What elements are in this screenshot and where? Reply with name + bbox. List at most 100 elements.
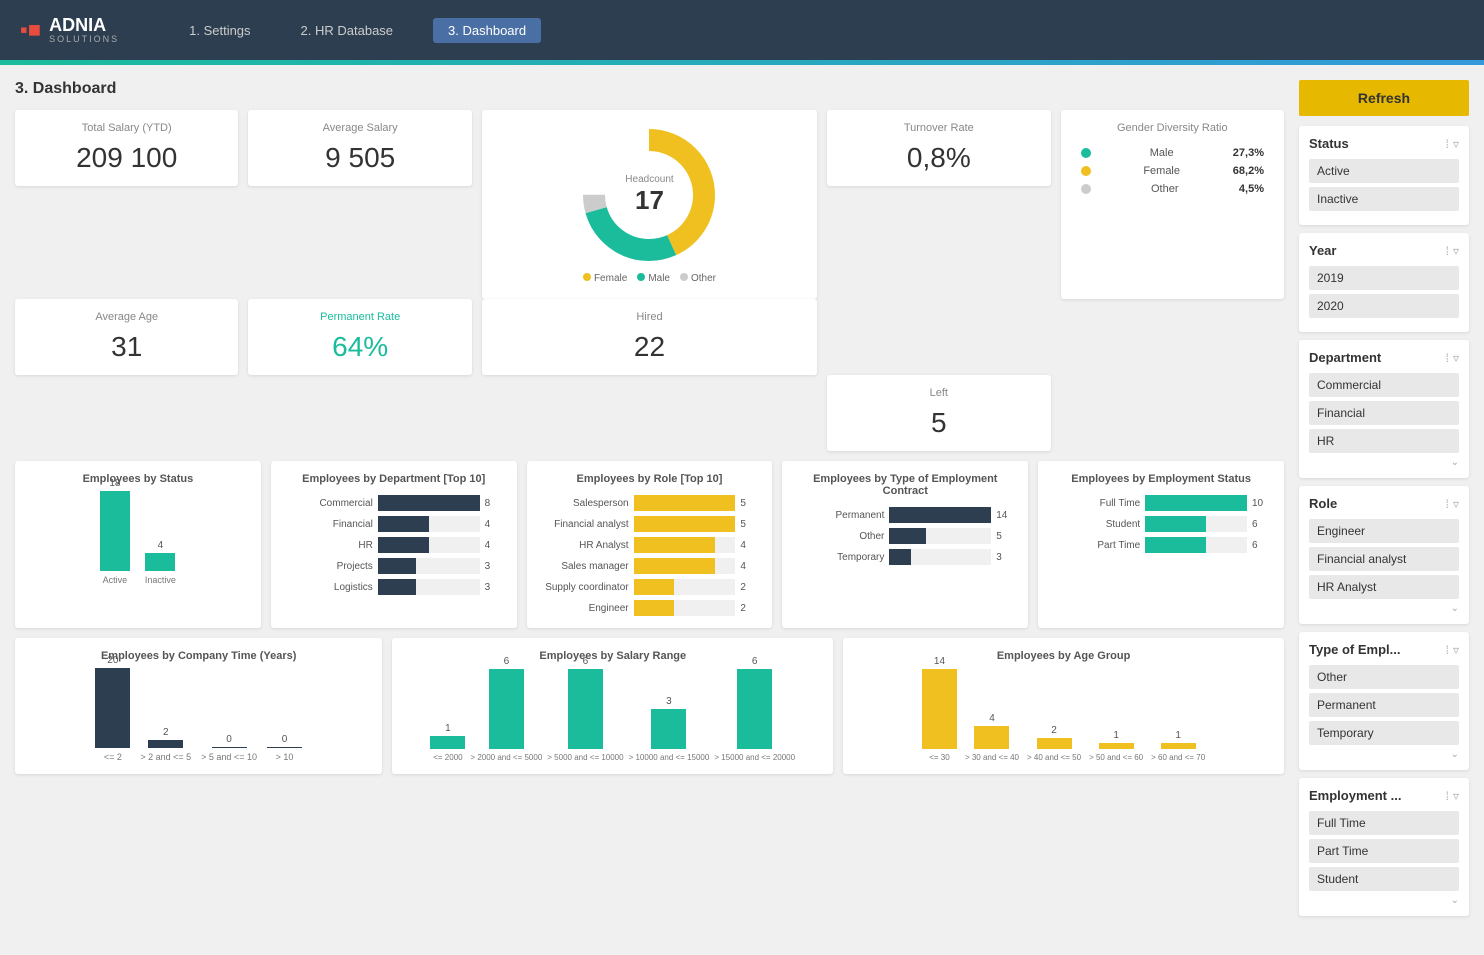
dept-bar-fill-commercial (378, 495, 480, 511)
employment-scroll-down[interactable]: ⌄ (1309, 895, 1459, 906)
other-label: Other (691, 273, 716, 284)
filter-role-funnel-icon[interactable]: ▿ (1453, 497, 1459, 511)
gender-male-row: Male 27,3% (1081, 147, 1264, 159)
filter-employment-fulltime[interactable]: Full Time (1309, 811, 1459, 835)
hired-card: Hired 22 (482, 299, 817, 375)
age-bar-40to50: 2 > 40 and <= 50 (1027, 725, 1081, 762)
nav-hr-database[interactable]: 2. HR Database (291, 18, 404, 43)
filter-role-title: Role (1309, 496, 1337, 511)
refresh-button[interactable]: Refresh (1299, 80, 1469, 116)
filter-year-sort-icon[interactable]: ⁞ (1446, 244, 1449, 258)
logo: ▪■ ADNIA SOLUTIONS (20, 16, 119, 44)
ct-label-gt10: > 10 (276, 752, 294, 762)
age-fill-30to40 (974, 726, 1009, 749)
filter-status-inactive[interactable]: Inactive (1309, 187, 1459, 211)
filter-role-engineer[interactable]: Engineer (1309, 519, 1459, 543)
filter-icon[interactable]: ⁞ (1446, 137, 1449, 151)
filter-role-hr-analyst[interactable]: HR Analyst (1309, 575, 1459, 599)
role-bar-engineer: Engineer 2 (539, 600, 761, 616)
turnover-card: Turnover Rate 0,8% (827, 110, 1050, 186)
funnel-icon[interactable]: ▿ (1453, 137, 1459, 151)
permanent-rate-value: 64% (263, 331, 456, 363)
permanent-rate-card: Permanent Rate 64% (248, 299, 471, 375)
filter-status-active[interactable]: Active (1309, 159, 1459, 183)
other-gender-name: Other (1099, 183, 1231, 195)
sal-bar-15to20k: 6 > 15000 and <= 20000 (714, 656, 795, 762)
hired-value: 22 (497, 331, 802, 363)
nav-dashboard[interactable]: 3. Dashboard (433, 18, 541, 43)
contract-bar-other: Other 5 (794, 528, 1016, 544)
filter-dept-icons: ⁞ ▿ (1446, 351, 1459, 365)
male-label: Male (648, 273, 670, 284)
logo-text: ADNIA (49, 16, 119, 34)
dept-bar-projects: Projects 3 (283, 558, 505, 574)
emp-status-bar-chart: Full Time 10 Student 6 Part Time 6 (1050, 495, 1272, 553)
age-fill-60to70 (1161, 743, 1196, 749)
filter-employment-funnel-icon[interactable]: ▿ (1453, 789, 1459, 803)
sal-label-le2000: <= 2000 (433, 753, 462, 762)
filter-year-2020[interactable]: 2020 (1309, 294, 1459, 318)
filter-role-financial-analyst[interactable]: Financial analyst (1309, 547, 1459, 571)
employees-by-emp-status-card: Employees by Employment Status Full Time… (1038, 461, 1284, 628)
age-num-30to40: 4 (989, 713, 995, 724)
type-empl-scroll-down[interactable]: ⌄ (1309, 749, 1459, 760)
filter-type-empl-permanent[interactable]: Permanent (1309, 693, 1459, 717)
inactive-bar (145, 553, 175, 571)
age-bar-60to70: 1 > 60 and <= 70 (1151, 730, 1205, 762)
sal-fill-5to10k (568, 669, 603, 749)
role-fill-salesperson (634, 495, 736, 511)
ct-num-le2: 20 (107, 655, 118, 666)
filter-role-sort-icon[interactable]: ⁞ (1446, 497, 1449, 511)
filter-type-empl-header: Type of Empl... ⁞ ▿ (1309, 642, 1459, 657)
salary-vbar-chart: 1 <= 2000 6 > 2000 and <= 5000 6 > 5000 … (404, 672, 821, 762)
role-fill-engineer (634, 600, 675, 616)
ct-bar-fill-5to10 (212, 747, 247, 748)
ct-label-2to5: > 2 and <= 5 (140, 752, 191, 762)
filter-dept-sort-icon[interactable]: ⁞ (1446, 351, 1449, 365)
gender-card: Gender Diversity Ratio Male 27,3% Female… (1061, 110, 1284, 299)
avg-age-label: Average Age (30, 311, 223, 323)
filter-employment-header: Employment ... ⁞ ▿ (1309, 788, 1459, 803)
filter-dept-funnel-icon[interactable]: ▿ (1453, 351, 1459, 365)
role-scroll-down[interactable]: ⌄ (1309, 603, 1459, 614)
employees-by-emp-status-title: Employees by Employment Status (1050, 473, 1272, 485)
filter-type-empl-temporary[interactable]: Temporary (1309, 721, 1459, 745)
age-num-le30: 14 (934, 656, 945, 667)
dept-scroll-down[interactable]: ⌄ (1309, 457, 1459, 468)
filter-type-empl-title: Type of Empl... (1309, 642, 1401, 657)
filter-dept-hr[interactable]: HR (1309, 429, 1459, 453)
emp-fill-student (1145, 516, 1206, 532)
filter-status-header: Status ⁞ ▿ (1309, 136, 1459, 151)
filter-status-icons: ⁞ ▿ (1446, 137, 1459, 151)
inactive-bar-col: 4 Inactive (145, 540, 176, 585)
ct-bar-5to10: 0 > 5 and <= 10 (201, 734, 257, 762)
filter-type-empl-funnel-icon[interactable]: ▿ (1453, 643, 1459, 657)
filter-employment-parttime[interactable]: Part Time (1309, 839, 1459, 863)
employees-by-role-card: Employees by Role [Top 10] Salesperson 5… (527, 461, 773, 628)
filter-dept-commercial[interactable]: Commercial (1309, 373, 1459, 397)
sal-label-5to10k: > 5000 and <= 10000 (547, 753, 623, 762)
role-bar-chart: Salesperson 5 Financial analyst 5 HR Ana… (539, 495, 761, 616)
status-vbar-chart: 18 Active 4 Inactive (27, 495, 249, 585)
filter-type-empl-other[interactable]: Other (1309, 665, 1459, 689)
ct-num-gt10: 0 (282, 734, 288, 745)
filter-type-empl-sort-icon[interactable]: ⁞ (1446, 643, 1449, 657)
role-bar-salesperson: Salesperson 5 (539, 495, 761, 511)
ct-bar-le2: 20 <= 2 (95, 655, 130, 762)
age-num-60to70: 1 (1175, 730, 1181, 741)
age-label-30to40: > 30 and <= 40 (965, 753, 1019, 762)
ct-label-5to10: > 5 and <= 10 (201, 752, 257, 762)
filter-year-funnel-icon[interactable]: ▿ (1453, 244, 1459, 258)
nav-settings[interactable]: 1. Settings (179, 18, 260, 43)
avg-age-value: 31 (30, 331, 223, 363)
headcount-legend: Female Male Other (583, 273, 716, 284)
male-dot (637, 273, 645, 281)
sal-bar-le2000: 1 <= 2000 (430, 723, 465, 762)
logo-sub: SOLUTIONS (49, 34, 119, 44)
sal-label-15to20k: > 15000 and <= 20000 (714, 753, 795, 762)
filter-employment-student[interactable]: Student (1309, 867, 1459, 891)
filter-employment-sort-icon[interactable]: ⁞ (1446, 789, 1449, 803)
filter-dept-financial[interactable]: Financial (1309, 401, 1459, 425)
filter-year-2019[interactable]: 2019 (1309, 266, 1459, 290)
filter-role-icons: ⁞ ▿ (1446, 497, 1459, 511)
